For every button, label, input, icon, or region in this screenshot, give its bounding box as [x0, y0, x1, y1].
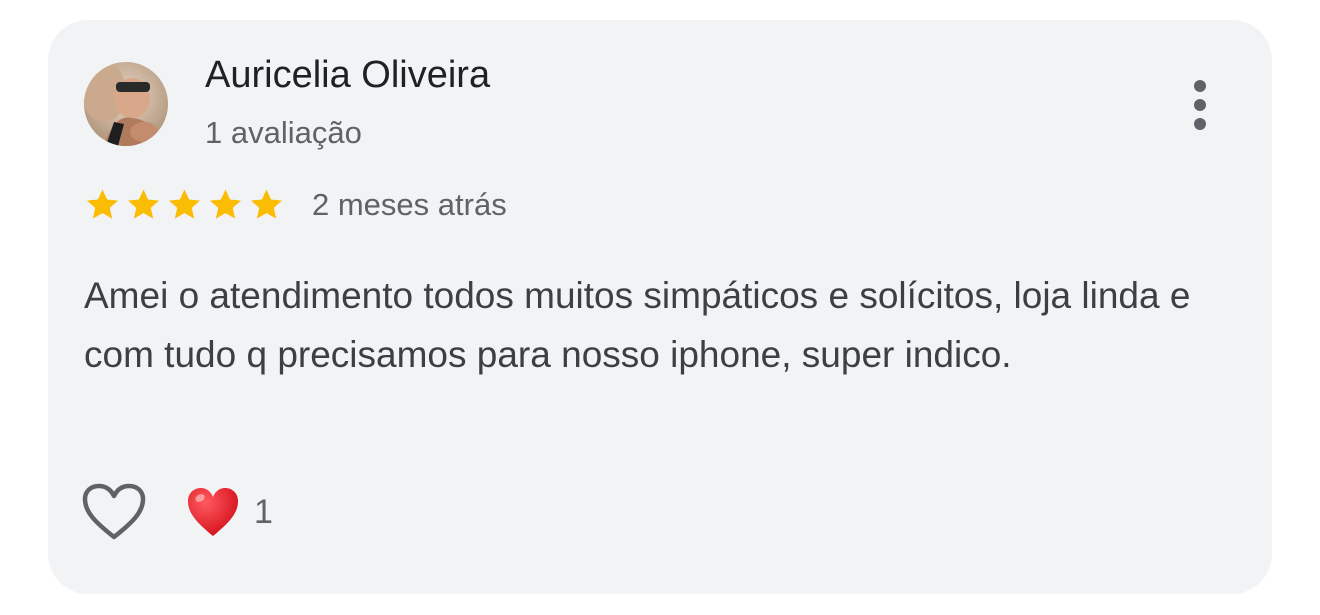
more-options-button[interactable]: [1176, 74, 1224, 138]
star-rating: [83, 186, 286, 224]
star-icon: [209, 189, 242, 219]
more-vert-icon: [1194, 80, 1206, 130]
star-icon: [127, 189, 160, 219]
star-icon: [250, 189, 283, 219]
author-name[interactable]: Auricelia Oliveira: [205, 54, 490, 97]
reaction-count: 1: [254, 492, 273, 531]
author-review-count: 1 avaliação: [205, 115, 362, 150]
reaction-summary[interactable]: 1: [186, 484, 273, 540]
star-icon: [168, 189, 201, 219]
review-text: Amei o atendimento todos muitos simpátic…: [84, 275, 1191, 375]
review-time: 2 meses atrás: [312, 187, 507, 222]
review-card: Auricelia Oliveira 1 avaliação 2 meses a…: [48, 20, 1272, 594]
avatar-photo: [84, 62, 168, 146]
like-button[interactable]: [81, 482, 147, 542]
heart-outline-icon: [82, 483, 146, 540]
author-avatar[interactable]: [84, 62, 168, 146]
star-icon: [86, 189, 119, 219]
red-heart-emoji-icon: [188, 488, 238, 536]
